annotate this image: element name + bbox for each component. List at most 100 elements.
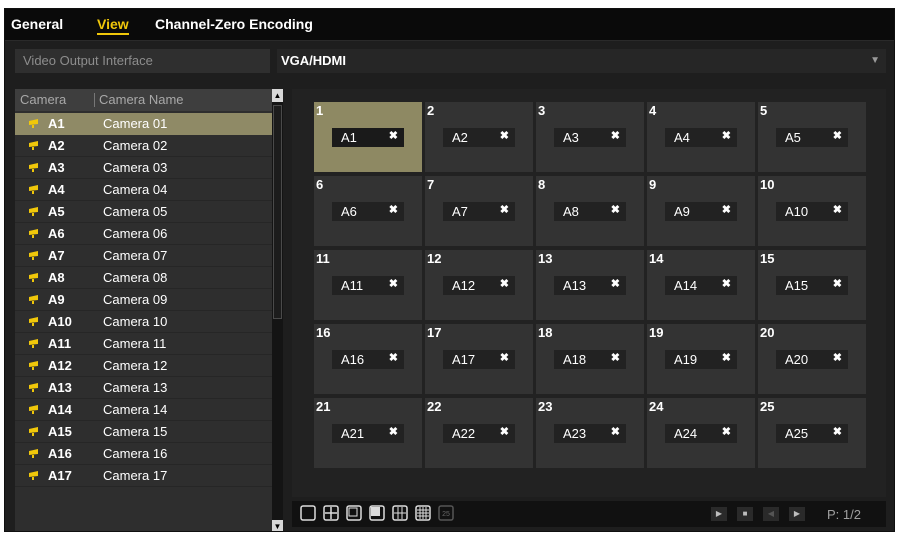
assigned-camera-chip[interactable]: A3 ✖: [554, 128, 626, 147]
assigned-camera-chip[interactable]: A18 ✖: [554, 350, 626, 369]
window-cell[interactable]: 22 A22 ✖: [425, 398, 533, 468]
camera-list-row[interactable]: A8 Camera 08: [15, 267, 272, 289]
window-cell[interactable]: 2 A2 ✖: [425, 102, 533, 172]
close-icon[interactable]: ✖: [722, 351, 731, 364]
window-cell[interactable]: 11 A11 ✖: [314, 250, 422, 320]
camera-list-row[interactable]: A16 Camera 16: [15, 443, 272, 465]
close-icon[interactable]: ✖: [611, 351, 620, 364]
tab-view[interactable]: View: [97, 16, 129, 35]
tab-channel-zero-encoding[interactable]: Channel-Zero Encoding: [155, 16, 313, 32]
camera-list-row[interactable]: A13 Camera 13: [15, 377, 272, 399]
assigned-camera-chip[interactable]: A23 ✖: [554, 424, 626, 443]
close-icon[interactable]: ✖: [833, 425, 842, 438]
camera-list-row[interactable]: A9 Camera 09: [15, 289, 272, 311]
assigned-camera-chip[interactable]: A22 ✖: [443, 424, 515, 443]
previous-page-icon[interactable]: ◀: [763, 507, 779, 521]
close-icon[interactable]: ✖: [722, 425, 731, 438]
close-icon[interactable]: ✖: [500, 277, 509, 290]
video-output-interface-select[interactable]: VGA/HDMI ▼: [277, 49, 886, 73]
close-icon[interactable]: ✖: [500, 425, 509, 438]
window-cell[interactable]: 6 A6 ✖: [314, 176, 422, 246]
column-divider[interactable]: [94, 93, 95, 107]
window-cell[interactable]: 16 A16 ✖: [314, 324, 422, 394]
window-cell[interactable]: 23 A23 ✖: [536, 398, 644, 468]
layout-6-icon[interactable]: [346, 505, 362, 521]
close-icon[interactable]: ✖: [500, 129, 509, 142]
layout-9-icon[interactable]: [392, 505, 408, 521]
camera-list-row[interactable]: A17 Camera 17: [15, 465, 272, 487]
window-cell[interactable]: 5 A5 ✖: [758, 102, 866, 172]
close-icon[interactable]: ✖: [833, 129, 842, 142]
window-cell[interactable]: 7 A7 ✖: [425, 176, 533, 246]
close-icon[interactable]: ✖: [611, 277, 620, 290]
assigned-camera-chip[interactable]: A1 ✖: [332, 128, 404, 147]
window-cell[interactable]: 15 A15 ✖: [758, 250, 866, 320]
window-cell[interactable]: 12 A12 ✖: [425, 250, 533, 320]
scrollbar-thumb[interactable]: [273, 105, 282, 319]
assigned-camera-chip[interactable]: A16 ✖: [332, 350, 404, 369]
close-icon[interactable]: ✖: [500, 203, 509, 216]
camera-list-row[interactable]: A10 Camera 10: [15, 311, 272, 333]
assigned-camera-chip[interactable]: A6 ✖: [332, 202, 404, 221]
assigned-camera-chip[interactable]: A13 ✖: [554, 276, 626, 295]
camera-list-row[interactable]: A14 Camera 14: [15, 399, 272, 421]
camera-list-row[interactable]: A12 Camera 12: [15, 355, 272, 377]
camera-list-row[interactable]: A2 Camera 02: [15, 135, 272, 157]
close-icon[interactable]: ✖: [611, 425, 620, 438]
close-icon[interactable]: ✖: [611, 129, 620, 142]
assigned-camera-chip[interactable]: A5 ✖: [776, 128, 848, 147]
window-cell[interactable]: 3 A3 ✖: [536, 102, 644, 172]
camera-list-row[interactable]: A6 Camera 06: [15, 223, 272, 245]
close-icon[interactable]: ✖: [722, 129, 731, 142]
close-icon[interactable]: ✖: [389, 203, 398, 216]
chevron-down-icon[interactable]: ▼: [870, 49, 880, 73]
stop-icon[interactable]: ■: [737, 507, 753, 521]
assigned-camera-chip[interactable]: A11 ✖: [332, 276, 404, 295]
window-cell[interactable]: 19 A19 ✖: [647, 324, 755, 394]
window-cell[interactable]: 17 A17 ✖: [425, 324, 533, 394]
close-icon[interactable]: ✖: [833, 203, 842, 216]
camera-list-row[interactable]: A4 Camera 04: [15, 179, 272, 201]
window-cell[interactable]: 9 A9 ✖: [647, 176, 755, 246]
camera-list-row[interactable]: A5 Camera 05: [15, 201, 272, 223]
column-header-camera[interactable]: Camera: [20, 89, 66, 111]
layout-4-icon[interactable]: [323, 505, 339, 521]
window-cell[interactable]: 18 A18 ✖: [536, 324, 644, 394]
assigned-camera-chip[interactable]: A2 ✖: [443, 128, 515, 147]
assigned-camera-chip[interactable]: A25 ✖: [776, 424, 848, 443]
window-cell[interactable]: 14 A14 ✖: [647, 250, 755, 320]
assigned-camera-chip[interactable]: A12 ✖: [443, 276, 515, 295]
tab-general[interactable]: General: [11, 16, 63, 32]
close-icon[interactable]: ✖: [389, 351, 398, 364]
window-cell[interactable]: 1 A1 ✖: [314, 102, 422, 172]
assigned-camera-chip[interactable]: A10 ✖: [776, 202, 848, 221]
scroll-up-icon[interactable]: ▲: [272, 89, 283, 102]
assigned-camera-chip[interactable]: A7 ✖: [443, 202, 515, 221]
column-header-camera-name[interactable]: Camera Name: [99, 89, 184, 111]
assigned-camera-chip[interactable]: A15 ✖: [776, 276, 848, 295]
assigned-camera-chip[interactable]: A19 ✖: [665, 350, 737, 369]
play-icon[interactable]: ▶: [711, 507, 727, 521]
camera-list-row[interactable]: A1 Camera 01: [15, 113, 272, 135]
close-icon[interactable]: ✖: [722, 277, 731, 290]
close-icon[interactable]: ✖: [389, 277, 398, 290]
close-icon[interactable]: ✖: [833, 277, 842, 290]
assigned-camera-chip[interactable]: A8 ✖: [554, 202, 626, 221]
camera-list-row[interactable]: A15 Camera 15: [15, 421, 272, 443]
window-cell[interactable]: 10 A10 ✖: [758, 176, 866, 246]
window-cell[interactable]: 20 A20 ✖: [758, 324, 866, 394]
assigned-camera-chip[interactable]: A21 ✖: [332, 424, 404, 443]
close-icon[interactable]: ✖: [722, 203, 731, 216]
layout-1-icon[interactable]: [300, 505, 316, 521]
camera-list-row[interactable]: A11 Camera 11: [15, 333, 272, 355]
window-cell[interactable]: 4 A4 ✖: [647, 102, 755, 172]
close-icon[interactable]: ✖: [611, 203, 620, 216]
camera-list-scrollbar[interactable]: ▲ ▼: [272, 89, 283, 531]
assigned-camera-chip[interactable]: A9 ✖: [665, 202, 737, 221]
assigned-camera-chip[interactable]: A4 ✖: [665, 128, 737, 147]
assigned-camera-chip[interactable]: A17 ✖: [443, 350, 515, 369]
window-cell[interactable]: 13 A13 ✖: [536, 250, 644, 320]
scroll-down-icon[interactable]: ▼: [272, 520, 283, 531]
window-cell[interactable]: 25 A25 ✖: [758, 398, 866, 468]
camera-list-row[interactable]: A3 Camera 03: [15, 157, 272, 179]
